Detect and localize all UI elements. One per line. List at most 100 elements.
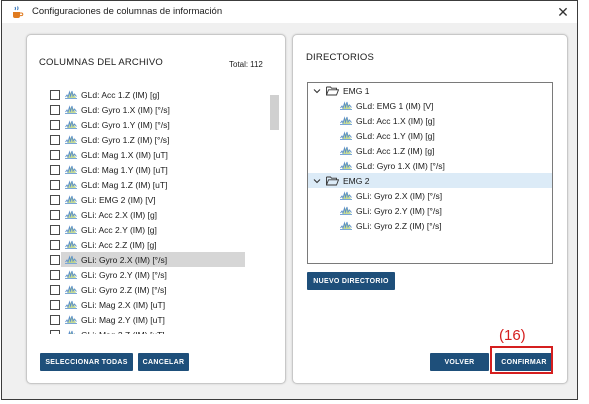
file-column-row[interactable]: GLd: Mag 1.Z (IM) [uT] [47, 177, 277, 192]
directory-child-item[interactable]: GLi: Gyro 2.Y (IM) [°/s] [308, 203, 552, 218]
file-columns-heading: COLUMNAS DEL ARCHIVO [39, 57, 164, 68]
column-checkbox[interactable] [50, 119, 60, 130]
column-checkbox[interactable] [50, 134, 60, 145]
waveform-icon [340, 146, 352, 155]
waveform-icon [65, 105, 77, 114]
java-cup-icon [13, 6, 24, 18]
column-label: GLd: Gyro 1.Z (IM) [°/s] [81, 134, 170, 145]
total-label: Total: [229, 60, 249, 69]
directory-child-label: GLi: Gyro 2.Z (IM) [°/s] [356, 220, 442, 231]
column-label: GLi: Acc 2.Z (IM) [g] [81, 239, 157, 250]
close-icon[interactable]: ✕ [555, 4, 571, 20]
file-column-row[interactable]: GLd: Gyro 1.Y (IM) [°/s] [47, 117, 277, 132]
directory-child-label: GLi: Gyro 2.Y (IM) [°/s] [356, 205, 442, 216]
file-column-row[interactable]: GLd: Acc 1.Z (IM) [g] [47, 87, 277, 102]
column-checkbox[interactable] [50, 269, 60, 280]
column-label: GLi: Gyro 2.Y (IM) [°/s] [81, 269, 167, 280]
column-checkbox[interactable] [50, 239, 60, 250]
directory-child-item[interactable]: GLd: Gyro 1.X (IM) [°/s] [308, 158, 552, 173]
column-checkbox[interactable] [50, 179, 60, 190]
waveform-icon [65, 120, 77, 129]
waveform-icon [340, 161, 352, 170]
waveform-icon [340, 101, 352, 110]
column-checkbox[interactable] [50, 314, 60, 325]
directories-tree[interactable]: EMG 1 GLd: EMG 1 (IM) [V] GLd: Acc 1.X (IM… [307, 82, 553, 264]
directories-panel: DIRECTORIOS EMG 1 GLd: EMG 1 (IM) [V] GLd:… [292, 34, 568, 384]
file-column-row[interactable]: GLi: EMG 2 (IM) [V] [47, 192, 277, 207]
file-column-row[interactable]: GLi: Gyro 2.X (IM) [°/s] [47, 252, 277, 267]
column-label: GLd: Acc 1.Z (IM) [g] [81, 89, 160, 100]
directory-child-label: GLd: Acc 1.Y (IM) [g] [356, 130, 435, 141]
directory-node[interactable]: EMG 2 [308, 173, 552, 188]
total-value: 112 [250, 60, 263, 69]
directory-name: EMG 2 [343, 175, 370, 186]
file-columns-list[interactable]: GLd: Acc 1.Z (IM) [g] GLd: Gyro 1.X (IM) … [47, 87, 277, 334]
waveform-icon [65, 210, 77, 219]
column-label: GLi: Mag 2.Y (IM) [uT] [81, 314, 165, 325]
file-column-row[interactable]: GLi: Gyro 2.Y (IM) [°/s] [47, 267, 277, 282]
file-column-row[interactable]: GLd: Mag 1.X (IM) [uT] [47, 147, 277, 162]
dialog-window: Configuraciones de columnas de informaci… [1, 0, 578, 400]
file-column-row[interactable]: GLi: Mag 2.Z (IM) [uT] [47, 327, 277, 334]
column-label: GLi: Acc 2.Y (IM) [g] [81, 224, 157, 235]
list-scrollbar[interactable] [270, 95, 279, 130]
waveform-icon [68, 330, 76, 334]
waveform-icon [65, 270, 77, 279]
file-column-row[interactable]: GLd: Gyro 1.Z (IM) [°/s] [47, 132, 277, 147]
total-count: Total: 112 [227, 60, 263, 69]
directory-child-item[interactable]: GLd: Acc 1.Y (IM) [g] [308, 128, 552, 143]
column-label: GLi: Gyro 2.Z (IM) [°/s] [81, 284, 167, 295]
directory-child-item[interactable]: GLd: EMG 1 (IM) [V] [308, 98, 552, 113]
cancel-button[interactable]: CANCELAR [138, 353, 189, 371]
select-all-button[interactable]: SELECCIONAR TODAS [40, 353, 133, 371]
directory-child-item[interactable]: GLi: Gyro 2.Z (IM) [°/s] [308, 218, 552, 233]
column-label: GLi: Mag 2.Z (IM) [uT] [81, 330, 165, 335]
file-column-row[interactable]: GLi: Acc 2.Y (IM) [g] [47, 222, 277, 237]
file-column-row[interactable]: GLi: Gyro 2.Z (IM) [°/s] [47, 282, 277, 297]
waveform-icon [340, 116, 352, 125]
directory-child-item[interactable]: GLd: Acc 1.X (IM) [g] [308, 113, 552, 128]
file-column-row[interactable]: GLd: Gyro 1.X (IM) [°/s] [47, 102, 277, 117]
title-bar: Configuraciones de columnas de informaci… [2, 1, 577, 23]
column-checkbox[interactable] [50, 224, 60, 235]
column-checkbox[interactable] [50, 104, 60, 115]
waveform-icon [65, 315, 77, 324]
directory-child-label: GLd: Acc 1.X (IM) [g] [356, 115, 435, 126]
column-checkbox[interactable] [50, 149, 60, 160]
waveform-icon [340, 221, 352, 230]
back-button[interactable]: VOLVER [430, 353, 489, 371]
file-column-row[interactable]: GLi: Mag 2.Y (IM) [uT] [47, 312, 277, 327]
column-checkbox[interactable] [50, 194, 60, 205]
file-column-row[interactable]: GLi: Acc 2.Z (IM) [g] [47, 237, 277, 252]
waveform-icon [65, 90, 77, 99]
chevron-down-icon[interactable] [312, 86, 322, 96]
waveform-icon [340, 206, 352, 215]
column-label: GLi: Acc 2.X (IM) [g] [81, 209, 158, 220]
chevron-down-icon[interactable] [312, 176, 322, 186]
file-column-row[interactable]: GLd: Mag 1.Y (IM) [uT] [47, 162, 277, 177]
waveform-icon [65, 285, 77, 294]
directory-child-label: GLi: Gyro 2.X (IM) [°/s] [356, 190, 443, 201]
column-checkbox[interactable] [50, 329, 60, 334]
column-label: GLi: EMG 2 (IM) [V] [81, 194, 156, 205]
column-checkbox[interactable] [50, 164, 60, 175]
waveform-icon [65, 180, 77, 189]
directory-child-label: GLd: Acc 1.Z (IM) [g] [356, 145, 435, 156]
column-checkbox[interactable] [50, 89, 60, 100]
directory-child-item[interactable]: GLi: Gyro 2.X (IM) [°/s] [308, 188, 552, 203]
file-columns-panel: COLUMNAS DEL ARCHIVO Total: 112 GLd: Acc … [26, 34, 286, 384]
directory-node[interactable]: EMG 1 [308, 83, 552, 98]
column-checkbox[interactable] [50, 299, 60, 310]
file-column-row[interactable]: GLi: Acc 2.X (IM) [g] [47, 207, 277, 222]
waveform-icon [65, 195, 77, 204]
column-checkbox[interactable] [50, 254, 60, 265]
directory-child-label: GLd: Gyro 1.X (IM) [°/s] [356, 160, 445, 171]
column-checkbox[interactable] [50, 284, 60, 295]
new-directory-button[interactable]: NUEVO DIRECTORIO [307, 272, 395, 290]
column-checkbox[interactable] [50, 209, 60, 220]
directory-child-item[interactable]: GLd: Acc 1.Z (IM) [g] [308, 143, 552, 158]
file-column-row[interactable]: GLi: Mag 2.X (IM) [uT] [47, 297, 277, 312]
column-label: GLd: Mag 1.Z (IM) [uT] [81, 179, 168, 190]
step-annotation-highlight [490, 346, 553, 374]
waveform-icon [340, 131, 352, 140]
